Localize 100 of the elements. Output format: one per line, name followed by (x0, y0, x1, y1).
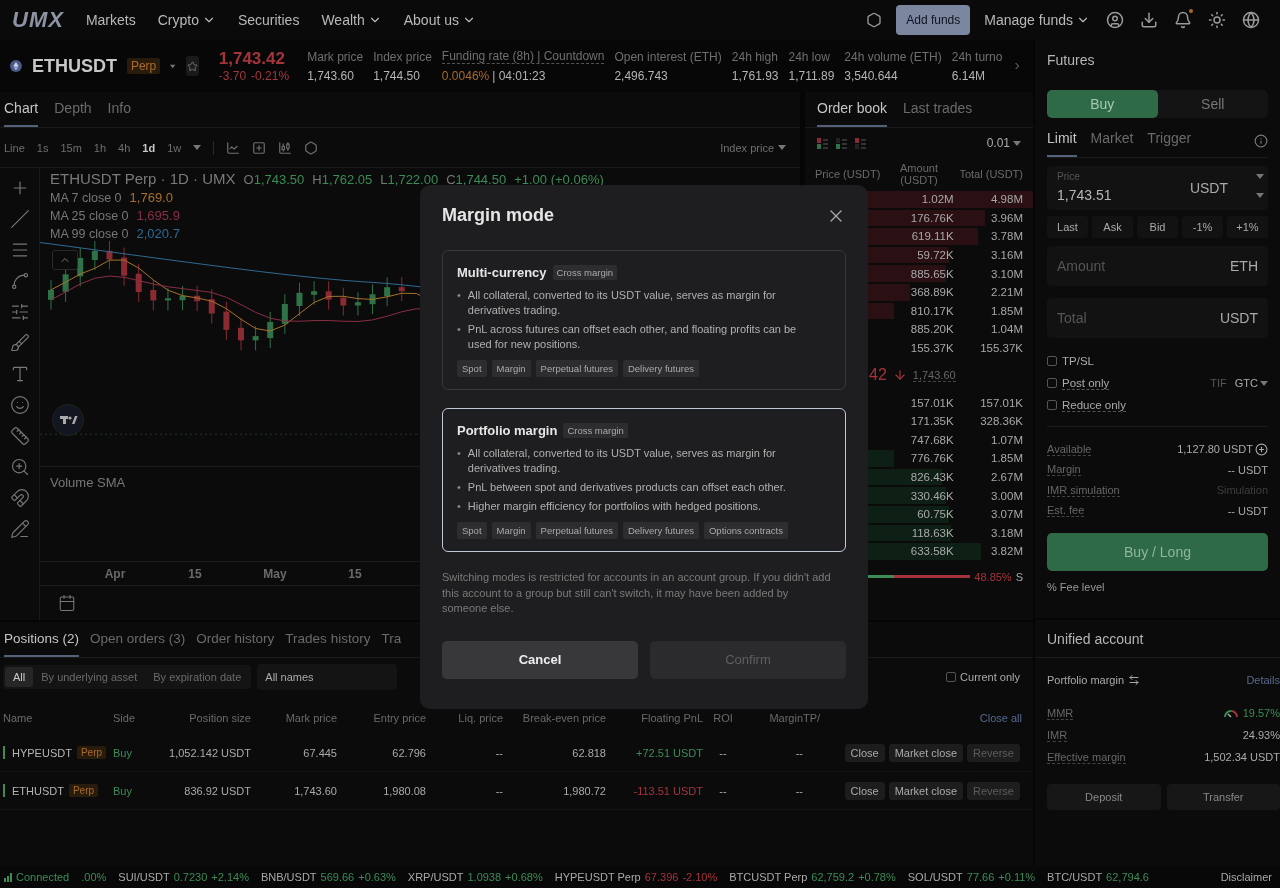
break-even-cell-text: 1,980.72 (562, 784, 606, 797)
position-action-button[interactable]: Close (844, 781, 885, 800)
positions-tab[interactable]: Trades history (285, 631, 371, 657)
position-action-button[interactable]: Market close (888, 743, 964, 762)
interval-option[interactable]: 15m (60, 141, 82, 154)
order-type-tab[interactable]: Trigger (1147, 130, 1192, 157)
filter-option[interactable]: By expiration date (145, 667, 250, 687)
add-funds-button[interactable]: Add funds (896, 5, 971, 35)
quick-price-button[interactable]: Bid (1137, 216, 1178, 238)
ticker-pair[interactable]: BTC/USDT (1047, 871, 1103, 883)
names-select[interactable]: All names (257, 664, 398, 690)
ticker-pair[interactable]: SUI/USDT (118, 871, 170, 883)
pnl-cell-text: -113.51 USDT (632, 784, 703, 797)
positions-tab[interactable]: Positions (2) (4, 631, 80, 657)
side-tab[interactable]: Buy (1047, 90, 1158, 118)
ticker-change: +0.68% (505, 871, 543, 883)
stat-label: Index price (373, 49, 432, 64)
nav-link[interactable]: About us (403, 12, 476, 28)
interval-option[interactable]: 1h (93, 141, 107, 154)
interval-option[interactable]: Line (4, 141, 25, 154)
positions-tab[interactable]: Order history (196, 631, 275, 657)
positions-tab[interactable]: Tra (381, 631, 402, 657)
order-book-tab[interactable]: Last trades (903, 100, 973, 127)
tif-select[interactable]: GTC (1234, 377, 1268, 389)
bid-total: 157.01K (979, 396, 1023, 409)
position-action-button[interactable]: Market close (888, 781, 964, 800)
fee-level-link[interactable]: % Fee level (1047, 581, 1268, 593)
stat-value: | 04:01:23 (492, 69, 546, 83)
tif-label: TIF (1210, 377, 1227, 389)
ohlc-value: H1,762.05 (312, 172, 373, 187)
order-book-tab[interactable]: Order book (817, 100, 888, 127)
margin-cell-text: -- (794, 746, 803, 759)
pnl-cell-text: +72.51 USDT (635, 746, 703, 759)
option-label[interactable]: TP/SL (1062, 355, 1094, 367)
option-badge: Cross margin (552, 265, 618, 280)
ticker-pair[interactable]: BTCUSDT Perp (729, 871, 808, 883)
positions-tab[interactable]: Open orders (3) (90, 631, 186, 657)
quick-price-button[interactable]: +1% (1227, 216, 1268, 238)
ticker-pair[interactable]: SOL/USDT (907, 871, 963, 883)
nav-link[interactable]: Wealth (321, 12, 382, 28)
ticker-pair[interactable]: XRP/USDT (407, 871, 464, 883)
margin-cell-text: -- (794, 784, 803, 797)
margin-mode-link[interactable]: Portfolio margin (1047, 674, 1141, 686)
current-only-checkbox[interactable]: Current only (946, 671, 1020, 683)
column-header: Margin (768, 712, 803, 724)
nav-link[interactable]: Markets (85, 12, 136, 28)
filter-option[interactable]: All (5, 667, 34, 687)
ticker-change: +2.14% (211, 871, 249, 883)
ask-total: 4.98M (990, 193, 1023, 206)
perp-tag: Perp (68, 784, 99, 797)
axis-label: 15 (347, 566, 363, 581)
ticker-pair[interactable]: BNB/USDT (260, 871, 317, 883)
info-value: 1,502.34 USDT (1204, 751, 1280, 763)
order-type-tab[interactable]: Limit (1047, 130, 1077, 157)
bid-total: 1.85M (990, 452, 1023, 465)
manage-funds-menu[interactable]: Manage funds (984, 12, 1090, 28)
nav-link[interactable]: Crypto (157, 12, 216, 28)
account-button[interactable]: Deposit (1047, 784, 1161, 810)
size-cell-text: 1,052.142 USDT (168, 746, 251, 759)
position-action-button[interactable]: Close (844, 743, 885, 762)
price-step-select[interactable]: 0.01 (986, 136, 1021, 150)
side-tab[interactable]: Sell (1157, 90, 1268, 118)
disclaimer-link[interactable]: Disclaimer (1220, 871, 1276, 883)
ask-amount: 885.20K (909, 323, 954, 336)
roi-cell-text: -- (718, 746, 728, 759)
option-label[interactable]: Reduce only (1062, 398, 1126, 412)
interval-option[interactable]: 4h (118, 141, 131, 154)
panel-title: Unified account (1035, 620, 1280, 658)
column-header: Floating PnL (640, 712, 703, 724)
chart-tab[interactable]: Chart (4, 100, 39, 127)
account-button[interactable]: Transfer (1166, 784, 1280, 810)
quick-price-button[interactable]: -1% (1182, 216, 1223, 238)
interval-option[interactable]: 1w (167, 141, 182, 154)
position-name: HYPEUSDT (12, 746, 72, 759)
chart-tab[interactable]: Info (107, 100, 131, 127)
last-price: 42 (869, 366, 887, 385)
ohlc-value: L1,722.00 (380, 172, 439, 187)
stat-value: 1,761.93 (731, 68, 779, 83)
quick-price-button[interactable]: Last (1047, 216, 1088, 238)
product-tag: Spot (457, 360, 487, 377)
column-header: ROI (712, 712, 734, 724)
nav-link[interactable]: Securities (237, 12, 300, 28)
interval-option[interactable]: 1s (36, 141, 49, 154)
stat-value: 6.14M (951, 68, 986, 83)
quick-price-button[interactable]: Ask (1092, 216, 1133, 238)
price-source-select[interactable]: Index price (720, 141, 786, 154)
logo[interactable]: UMX (12, 7, 64, 33)
bid-total: 1.07M (990, 433, 1023, 446)
column-header[interactable]: Amount (USDT) (884, 162, 954, 186)
interval-option[interactable]: 1d (142, 141, 156, 154)
order-type-tab[interactable]: Market (1090, 130, 1134, 157)
close-all-link[interactable]: Close all (833, 712, 1030, 724)
chart-tab[interactable]: Depth (54, 100, 92, 127)
details-link[interactable]: Details (1246, 674, 1280, 686)
ticker-pair[interactable]: HYPEUSDT Perp (554, 871, 641, 883)
cancel-button[interactable]: Cancel (442, 640, 638, 679)
filter-option[interactable]: By underlying asset (33, 667, 146, 687)
sell-mark: S (1015, 570, 1023, 583)
bid-amount: 118.63K (910, 526, 954, 539)
option-label[interactable]: Post only (1062, 376, 1110, 390)
